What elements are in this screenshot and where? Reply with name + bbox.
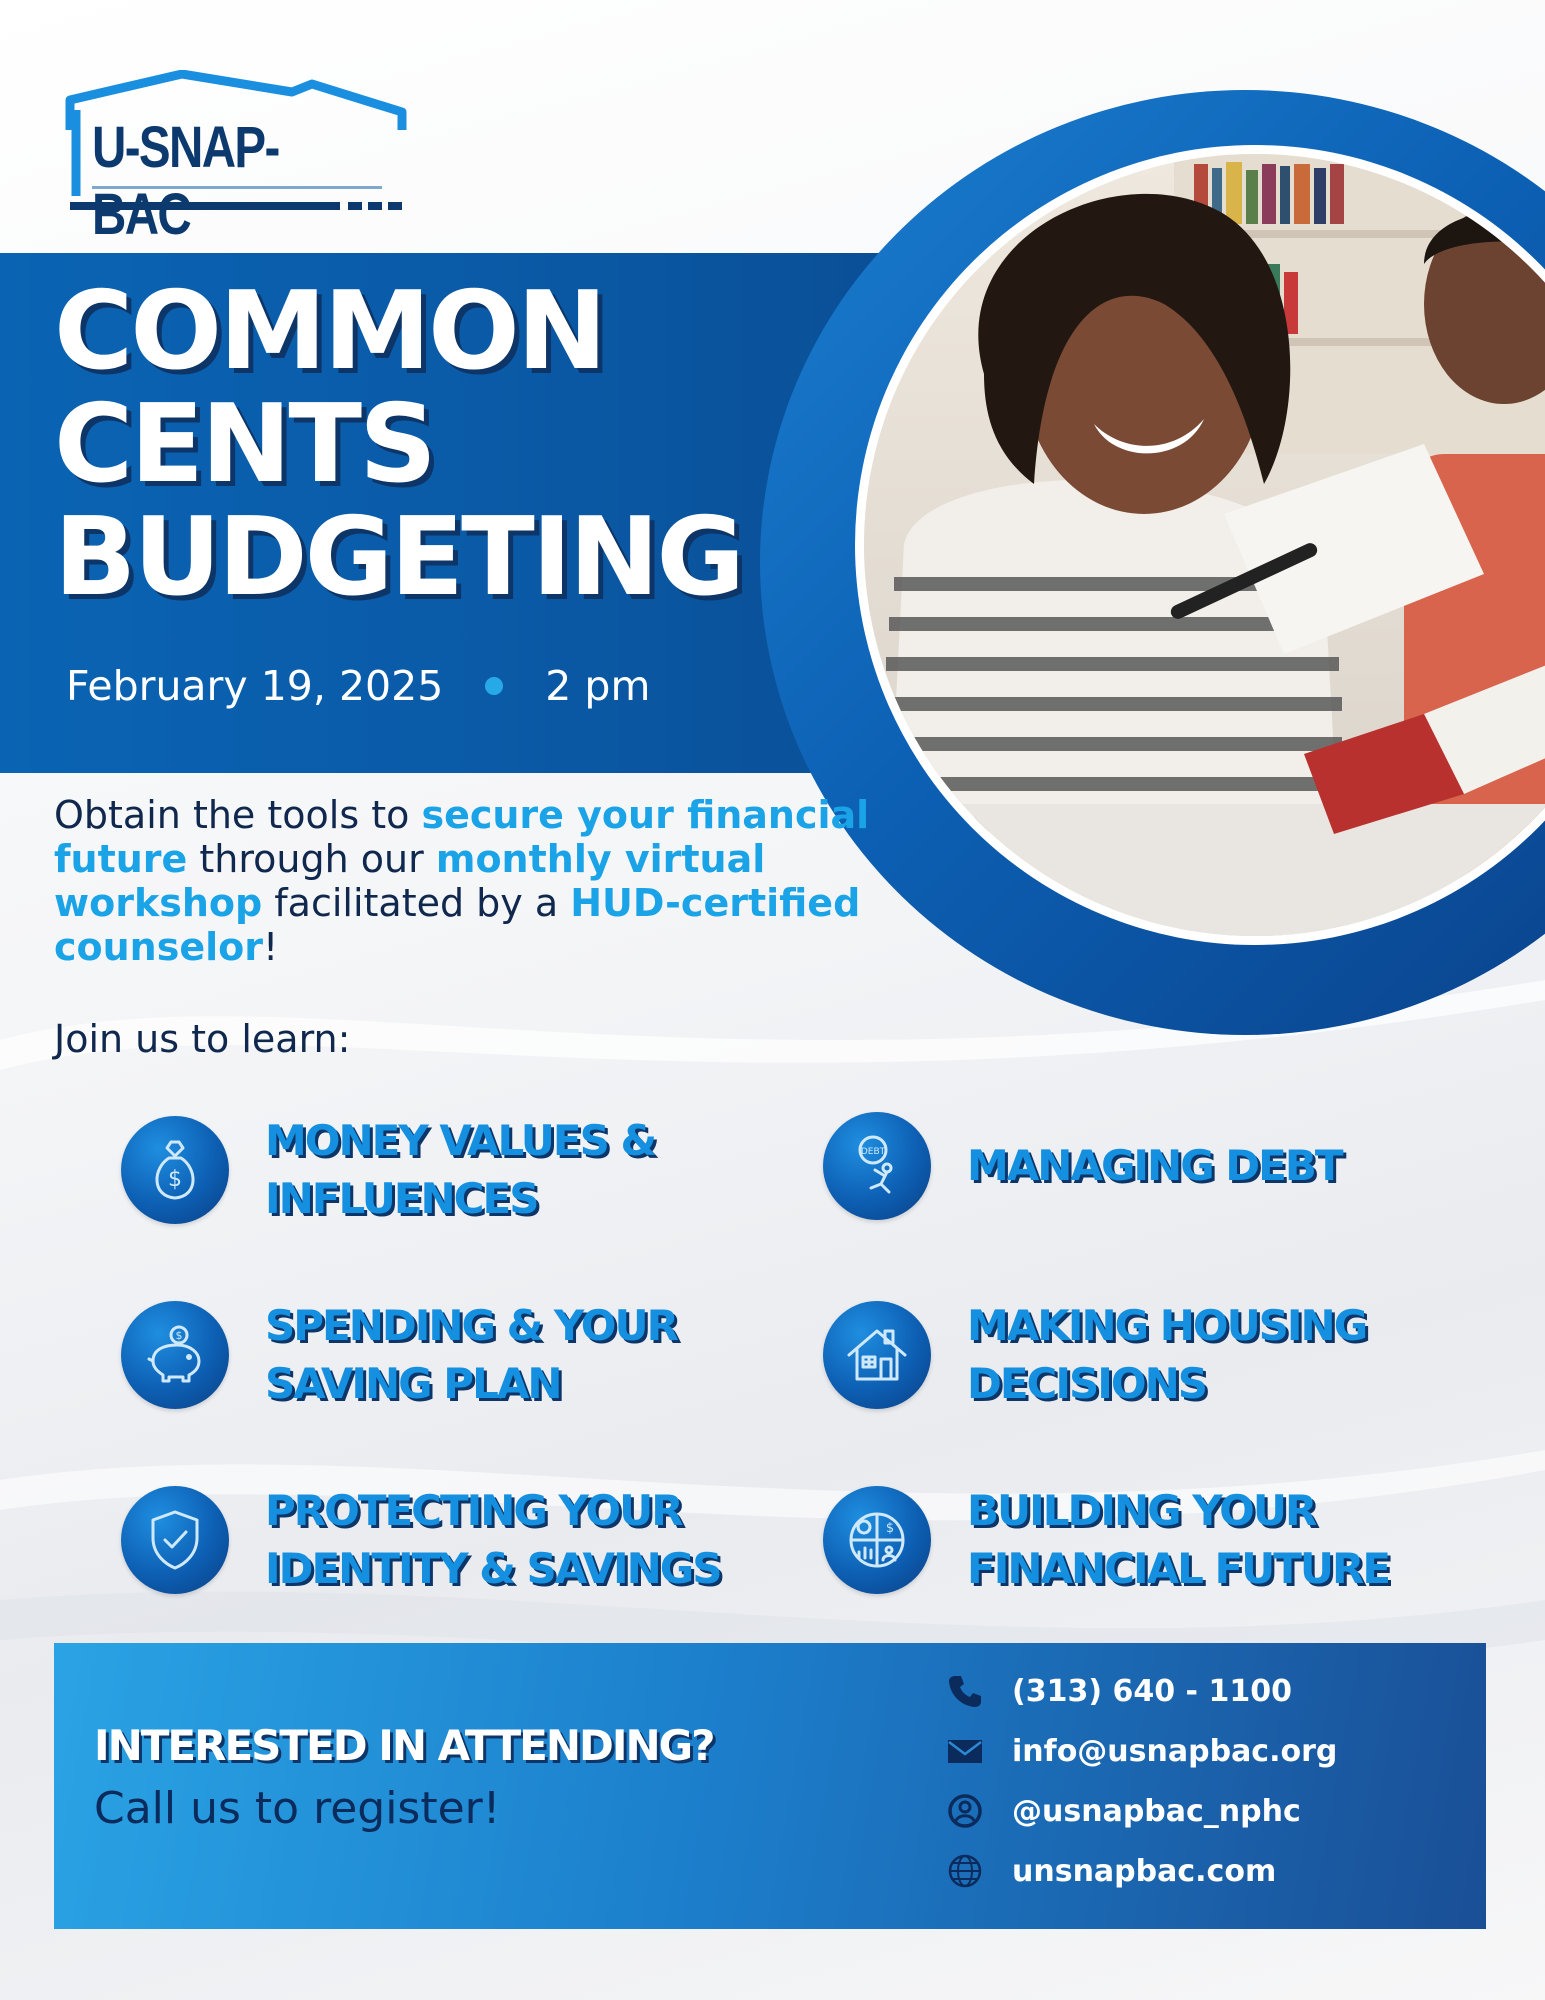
topic-protecting-identity: PROTECTING YOUR IDENTITY & SAVINGS — [121, 1482, 722, 1598]
svg-text:$: $ — [886, 1521, 894, 1536]
user-circle-icon — [948, 1794, 982, 1828]
cta-heading: INTERESTED IN ATTENDING? — [94, 1721, 715, 1770]
intro-text-1: Obtain the tools to — [54, 793, 422, 837]
piggy-bank-icon: $ — [121, 1301, 229, 1409]
intro-paragraph: Obtain the tools to secure your financia… — [54, 793, 874, 969]
topic-label: SPENDING & YOUR SAVING PLAN — [265, 1301, 679, 1408]
title-line-1: COMMON — [54, 269, 607, 394]
separator-dot — [485, 677, 504, 695]
cta-subheading: Call us to register! — [94, 1783, 501, 1834]
contact-list: (313) 640 - 1100 info@usnapbac.org @usna… — [946, 1661, 1337, 1901]
topic-label: MONEY VALUES & INFLUENCES — [265, 1116, 657, 1223]
contact-phone[interactable]: (313) 640 - 1100 — [946, 1661, 1337, 1721]
intro-text-2: through our — [187, 837, 436, 881]
organization-logo: U-SNAP-BAC — [62, 70, 422, 247]
mail-icon — [948, 1740, 982, 1763]
contact-email[interactable]: info@usnapbac.org — [946, 1721, 1337, 1781]
svg-text:$: $ — [176, 1329, 183, 1342]
topic-label: BUILDING YOUR FINANCIAL FUTURE — [967, 1486, 1391, 1593]
page-title: COMMON CENTS BUDGETING — [54, 269, 745, 620]
topic-label: MANAGING DEBT — [967, 1141, 1344, 1190]
globe-icon — [948, 1854, 982, 1888]
contact-website[interactable]: unsnapbac.com — [946, 1841, 1337, 1901]
contact-social[interactable]: @usnapbac_nphc — [946, 1781, 1337, 1841]
svg-text:DEBT: DEBT — [861, 1147, 886, 1157]
phone-icon — [949, 1676, 981, 1707]
topic-financial-future: $ BUILDING YOUR FINANCIAL FUTURE — [823, 1482, 1391, 1598]
title-line-3: BUDGETING — [54, 495, 745, 620]
event-date: February 19, 2025 — [66, 662, 444, 710]
intro-text-4: ! — [263, 925, 279, 969]
event-datetime: February 19, 2025 2 pm — [66, 662, 650, 710]
topic-label: MAKING HOUSING DECISIONS — [967, 1301, 1368, 1408]
money-bag-icon: $ — [121, 1116, 229, 1224]
flyer: U-SNAP-BAC COMMON CENTS BUDGETING Februa… — [0, 0, 1545, 2000]
join-heading: Join us to learn: — [54, 1017, 351, 1061]
topic-money-values: $ MONEY VALUES & INFLUENCES — [121, 1112, 657, 1228]
title-line-2: CENTS — [54, 382, 437, 507]
logo-text: U-SNAP-BAC — [92, 115, 280, 247]
topic-managing-debt: DEBT MANAGING DEBT — [823, 1112, 1344, 1220]
topic-label: PROTECTING YOUR IDENTITY & SAVINGS — [265, 1486, 722, 1593]
debt-burden-icon: DEBT — [823, 1112, 931, 1220]
finance-chart-icon: $ — [823, 1486, 931, 1594]
registration-footer: INTERESTED IN ATTENDING? Call us to regi… — [54, 1643, 1486, 1929]
svg-text:$: $ — [168, 1167, 182, 1192]
house-icon — [823, 1301, 931, 1409]
topic-housing-decisions: MAKING HOUSING DECISIONS — [823, 1297, 1368, 1413]
shield-check-icon — [121, 1486, 229, 1594]
event-time: 2 pm — [545, 662, 651, 710]
topic-spending-saving: $ SPENDING & YOUR SAVING PLAN — [121, 1297, 679, 1413]
intro-text-3: facilitated by a — [262, 881, 571, 925]
